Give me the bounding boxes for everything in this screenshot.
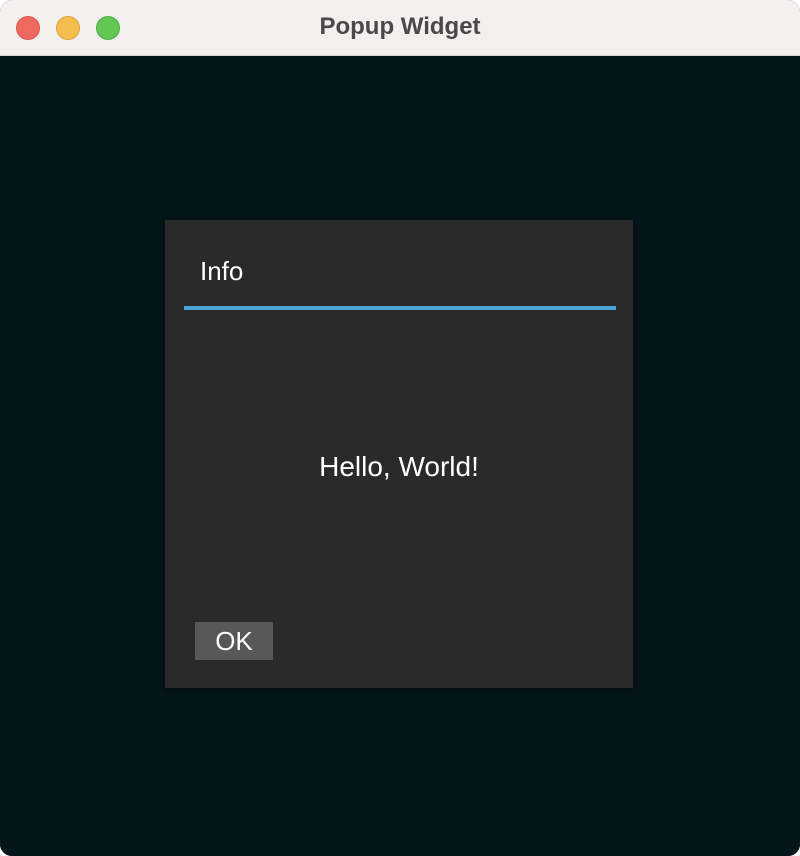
ok-button[interactable]: OK xyxy=(195,622,273,660)
popup-message: Hello, World! xyxy=(319,451,479,482)
popup-title-separator xyxy=(184,306,616,310)
app-window: Popup Widget Info Hello, World! OK xyxy=(0,0,800,856)
popup-title: Info xyxy=(200,256,244,286)
info-popup: Info Hello, World! OK xyxy=(165,220,633,688)
window-title: Popup Widget xyxy=(319,13,481,40)
window-content: Info Hello, World! OK xyxy=(0,56,800,856)
title-bar[interactable]: Popup Widget xyxy=(0,0,800,56)
